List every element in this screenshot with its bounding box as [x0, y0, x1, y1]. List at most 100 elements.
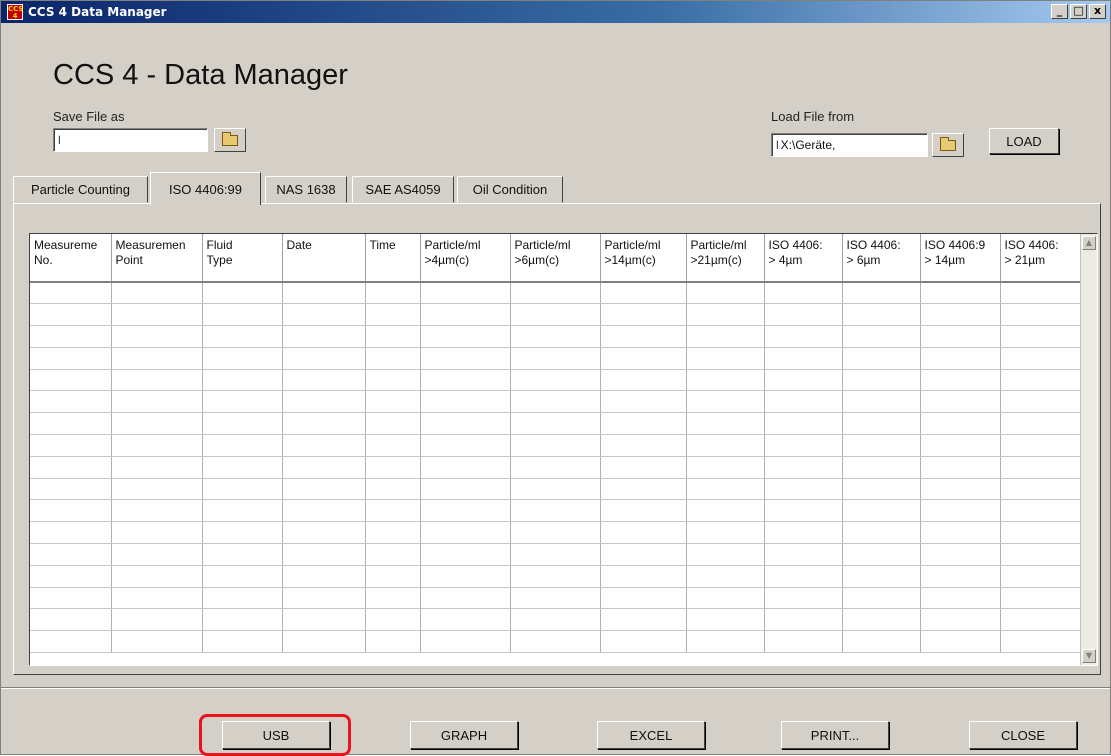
table-cell[interactable]: [1000, 282, 1081, 305]
table-cell[interactable]: [842, 630, 921, 654]
table-row[interactable]: [30, 434, 1081, 457]
table-cell[interactable]: [30, 521, 112, 545]
table-cell[interactable]: [282, 325, 366, 348]
table-cell[interactable]: [365, 587, 421, 610]
table-cell[interactable]: [111, 587, 203, 610]
tab-sae-as4059[interactable]: SAE AS4059: [352, 176, 454, 203]
table-cell[interactable]: [920, 543, 1001, 566]
table-cell[interactable]: [111, 521, 203, 545]
table-cell[interactable]: [764, 630, 843, 654]
table-cell[interactable]: [1000, 521, 1081, 545]
table-cell[interactable]: [842, 565, 921, 588]
table-cell[interactable]: [920, 499, 1001, 523]
table-cell[interactable]: [420, 325, 511, 348]
usb-button[interactable]: USB: [222, 721, 330, 749]
excel-button[interactable]: EXCEL: [597, 721, 705, 749]
table-cell[interactable]: [510, 499, 601, 523]
table-row[interactable]: [30, 608, 1081, 632]
table-cell[interactable]: [282, 587, 366, 610]
table-cell[interactable]: [1000, 390, 1081, 414]
table-cell[interactable]: [30, 347, 112, 370]
table-cell[interactable]: [600, 347, 687, 370]
table-cell[interactable]: [842, 608, 921, 632]
table-cell[interactable]: [30, 478, 112, 501]
table-cell[interactable]: [600, 499, 687, 523]
table-cell[interactable]: [686, 390, 765, 414]
table-cell[interactable]: [686, 565, 765, 588]
save-browse-button[interactable]: [214, 128, 246, 152]
table-cell[interactable]: [30, 499, 112, 523]
table-cell[interactable]: [202, 608, 283, 632]
table-row[interactable]: [30, 282, 1081, 305]
table-cell[interactable]: [600, 630, 687, 654]
table-row[interactable]: [30, 521, 1081, 545]
table-cell[interactable]: [842, 521, 921, 545]
tab-iso-4406[interactable]: ISO 4406:99: [150, 172, 261, 205]
table-cell[interactable]: [111, 608, 203, 632]
table-cell[interactable]: [842, 587, 921, 610]
table-cell[interactable]: [510, 478, 601, 501]
table-cell[interactable]: [1000, 587, 1081, 610]
table-cell[interactable]: [30, 630, 112, 654]
table-cell[interactable]: [842, 434, 921, 457]
table-cell[interactable]: [686, 303, 765, 327]
column-header[interactable]: ISO 4406: > 6µm: [842, 234, 921, 283]
table-cell[interactable]: [842, 325, 921, 348]
table-cell[interactable]: [420, 630, 511, 654]
table-cell[interactable]: [202, 434, 283, 457]
table-cell[interactable]: [282, 521, 366, 545]
table-cell[interactable]: [365, 608, 421, 632]
column-header[interactable]: Measuremen Point: [111, 234, 203, 283]
table-cell[interactable]: [282, 369, 366, 392]
table-cell[interactable]: [420, 369, 511, 392]
table-cell[interactable]: [510, 456, 601, 479]
table-cell[interactable]: [365, 325, 421, 348]
table-cell[interactable]: [282, 282, 366, 305]
table-cell[interactable]: [420, 499, 511, 523]
column-header[interactable]: Particle/ml >6µm(c): [510, 234, 601, 283]
table-cell[interactable]: [600, 303, 687, 327]
tab-oil-condition[interactable]: Oil Condition: [457, 176, 563, 203]
table-cell[interactable]: [842, 282, 921, 305]
title-bar[interactable]: CCS 4 CCS 4 Data Manager _ □ x: [1, 1, 1110, 23]
table-cell[interactable]: [365, 499, 421, 523]
table-cell[interactable]: [920, 390, 1001, 414]
print-button[interactable]: PRINT...: [781, 721, 889, 749]
table-cell[interactable]: [510, 434, 601, 457]
table-cell[interactable]: [686, 456, 765, 479]
table-cell[interactable]: [202, 325, 283, 348]
table-cell[interactable]: [365, 478, 421, 501]
table-cell[interactable]: [842, 303, 921, 327]
table-cell[interactable]: [1000, 412, 1081, 436]
table-row[interactable]: [30, 325, 1081, 348]
table-cell[interactable]: [282, 565, 366, 588]
table-cell[interactable]: [202, 587, 283, 610]
table-cell[interactable]: [1000, 369, 1081, 392]
table-cell[interactable]: [510, 369, 601, 392]
table-cell[interactable]: [600, 565, 687, 588]
scroll-down-arrow-icon[interactable]: ▼: [1082, 649, 1096, 663]
table-row[interactable]: [30, 303, 1081, 327]
table-cell[interactable]: [920, 608, 1001, 632]
table-cell[interactable]: [764, 390, 843, 414]
table-cell[interactable]: [686, 369, 765, 392]
table-cell[interactable]: [600, 543, 687, 566]
table-cell[interactable]: [920, 434, 1001, 457]
table-cell[interactable]: [510, 521, 601, 545]
table-cell[interactable]: [365, 369, 421, 392]
table-cell[interactable]: [920, 412, 1001, 436]
table-vertical-scrollbar[interactable]: ▲ ▼: [1080, 234, 1097, 665]
table-cell[interactable]: [111, 412, 203, 436]
table-cell[interactable]: [420, 587, 511, 610]
table-cell[interactable]: [420, 521, 511, 545]
table-cell[interactable]: [111, 434, 203, 457]
table-cell[interactable]: [1000, 303, 1081, 327]
table-cell[interactable]: [1000, 543, 1081, 566]
table-cell[interactable]: [764, 434, 843, 457]
close-button[interactable]: CLOSE: [969, 721, 1077, 749]
table-cell[interactable]: [111, 347, 203, 370]
table-cell[interactable]: [202, 412, 283, 436]
table-row[interactable]: [30, 543, 1081, 566]
table-cell[interactable]: [420, 608, 511, 632]
table-cell[interactable]: [30, 282, 112, 305]
